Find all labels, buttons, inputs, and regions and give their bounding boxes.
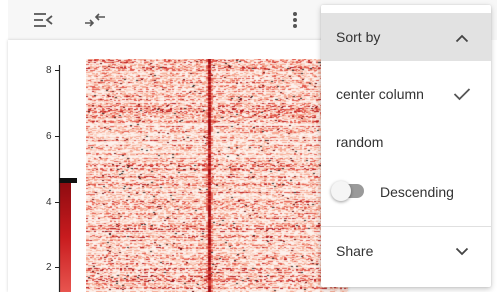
sort-option-random[interactable]: random [321,122,491,162]
colorbar-axis [55,65,77,292]
more-options-button[interactable] [283,9,307,31]
descending-label: Descending [380,184,454,200]
sort-menu: Sort by center column random Descending … [321,5,491,287]
chevron-up-icon [455,34,469,43]
tick-label: 6 [46,131,52,142]
tick-label: 4 [46,197,52,208]
option-label: center column [336,86,424,102]
descending-toggle-thumb[interactable] [331,181,351,201]
check-icon [453,88,471,101]
tick-label: 8 [46,65,52,76]
share-label: Share [336,243,374,259]
share-menu-item[interactable]: Share [321,231,491,271]
sort-by-label: Sort by [336,29,381,45]
sort-by-header[interactable]: Sort by [321,13,491,61]
app-root: 8 6 4 2 Sort by center column random Des… [0,0,497,292]
colorbar-fill [59,182,71,292]
menu-divider [321,226,491,227]
more-vert-icon [293,12,297,28]
sort-option-center-column[interactable]: center column [321,74,491,114]
chevron-down-icon [455,247,469,256]
tick-label: 2 [46,262,52,273]
option-label: random [336,134,384,150]
colorbar-marker[interactable] [59,178,77,183]
heatmap-panel[interactable] [86,59,348,292]
heatmap-canvas[interactable] [86,59,348,292]
